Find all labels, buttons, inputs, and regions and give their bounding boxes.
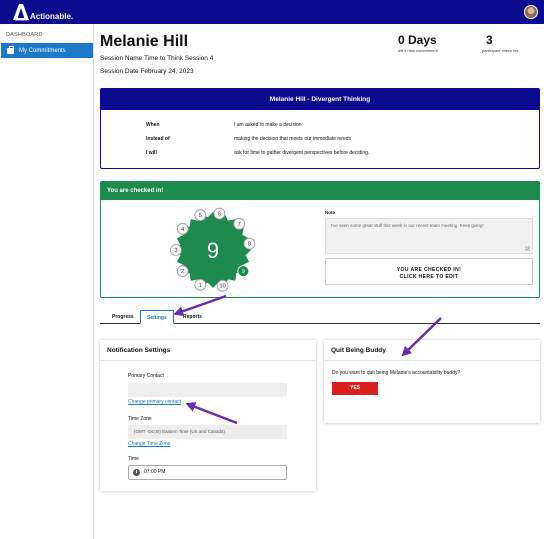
briefcase-icon bbox=[7, 45, 14, 54]
divider bbox=[324, 360, 540, 361]
page-title: Melanie Hill bbox=[100, 33, 189, 50]
resize-grip-icon[interactable] bbox=[525, 246, 530, 251]
checkin-dot-label: 5 bbox=[199, 213, 202, 219]
change-timezone-link[interactable]: Change Time Zone bbox=[128, 441, 171, 447]
checkin-dot-label: 7 bbox=[238, 222, 241, 228]
checkin-dot-label: 1 bbox=[199, 283, 202, 289]
days-left-value: 0 Days bbox=[398, 33, 437, 47]
checkin-dot-label: 9 bbox=[242, 269, 245, 275]
commitment-title: Melanie Hill - Divergent Thinking bbox=[101, 89, 539, 110]
edit-button-line1: YOU ARE CHECKED IN! bbox=[396, 267, 462, 273]
checkin-card: You are checked in! 1 2 3 4 5 6 7 8 9 10 9 Note I… bbox=[100, 181, 540, 298]
checkins-label: participant check ins bbox=[482, 48, 519, 53]
commitment-row-key: Instead of bbox=[146, 136, 170, 142]
top-bar: Actionable. bbox=[0, 0, 544, 24]
checkin-badge: 1 2 3 4 5 6 7 8 9 10 9 bbox=[170, 207, 256, 292]
checkin-header: You are checked in! bbox=[101, 182, 539, 200]
checkin-dot-label: 3 bbox=[174, 248, 177, 254]
tab-reports[interactable]: Reports bbox=[177, 310, 208, 324]
sidebar-section-label: DASHBOARD bbox=[6, 32, 43, 38]
note-label: Note bbox=[325, 210, 335, 215]
edit-button-line2: CLICK HERE TO EDIT bbox=[399, 274, 459, 280]
notification-settings-title: Notification Settings bbox=[107, 347, 171, 354]
commitment-card: Melanie Hill - Divergent Thinking When I… bbox=[100, 88, 540, 169]
primary-contact-label: Primary Contact bbox=[128, 373, 164, 379]
checkin-dot-label: 4 bbox=[181, 227, 184, 233]
checkin-dot-label: 6 bbox=[218, 212, 221, 218]
note-textarea[interactable]: I've seen some great stuff this week in … bbox=[325, 218, 533, 254]
days-left-label: left in this commitment bbox=[398, 48, 438, 53]
edit-checkin-button[interactable]: YOU ARE CHECKED IN! CLICK HERE TO EDIT bbox=[325, 258, 533, 285]
sidebar-item-my-commitments[interactable]: My Commitments bbox=[1, 43, 93, 58]
session-date: Session Date February 24, 2023 bbox=[100, 68, 194, 75]
commitment-row-value: ask for time to gather divergent perspec… bbox=[234, 150, 370, 156]
note-text: I've seen some great stuff this week in … bbox=[331, 223, 484, 228]
sidebar-item-label: My Commitments bbox=[19, 47, 66, 54]
time-label: Time bbox=[128, 456, 139, 462]
checkin-dot-label: 2 bbox=[181, 269, 184, 275]
change-primary-contact-link[interactable]: Change primary contact bbox=[128, 399, 181, 405]
commitment-row-value: making the decision that meets our immed… bbox=[234, 136, 352, 142]
notification-settings-card: Notification Settings Primary Contact Ch… bbox=[100, 340, 316, 491]
time-input[interactable]: 07:00 PM bbox=[128, 465, 287, 480]
brand-name: Actionable. bbox=[30, 12, 74, 21]
session-name: Session Name Time to Think Session 4 bbox=[100, 55, 214, 62]
quit-buddy-card: Quit Being Buddy Do you want to quit bei… bbox=[324, 340, 540, 423]
commitment-row-key: I will bbox=[146, 150, 157, 156]
tab-settings[interactable]: Settings bbox=[140, 310, 174, 324]
user-avatar[interactable] bbox=[524, 5, 538, 19]
primary-contact-field[interactable] bbox=[128, 383, 287, 397]
commitment-row-value: I am asked to make a decision bbox=[234, 122, 302, 128]
timezone-label: Time Zone bbox=[128, 416, 152, 422]
time-value: 07:00 PM bbox=[144, 469, 166, 475]
checkin-count: 9 bbox=[207, 238, 219, 263]
yes-button[interactable]: YES bbox=[332, 382, 378, 395]
timezone-field[interactable]: (GMT -04:00) Eastern Time (US and Canada… bbox=[128, 425, 287, 439]
tab-bar: Progress Settings Reports bbox=[100, 310, 540, 324]
quit-buddy-question: Do you want to quit being Melanie's acco… bbox=[332, 370, 461, 376]
divider bbox=[100, 360, 316, 361]
checkin-dot-label: 10 bbox=[220, 284, 226, 290]
checkins-value: 3 bbox=[486, 33, 493, 47]
actionable-logo-icon[interactable] bbox=[10, 2, 30, 22]
quit-buddy-title: Quit Being Buddy bbox=[331, 347, 386, 354]
clock-icon bbox=[133, 469, 140, 476]
commitment-row-key: When bbox=[146, 122, 160, 128]
sidebar: DASHBOARD My Commitments bbox=[0, 24, 94, 539]
tab-progress[interactable]: Progress bbox=[106, 310, 140, 324]
checkin-dot-label: 8 bbox=[248, 242, 251, 248]
